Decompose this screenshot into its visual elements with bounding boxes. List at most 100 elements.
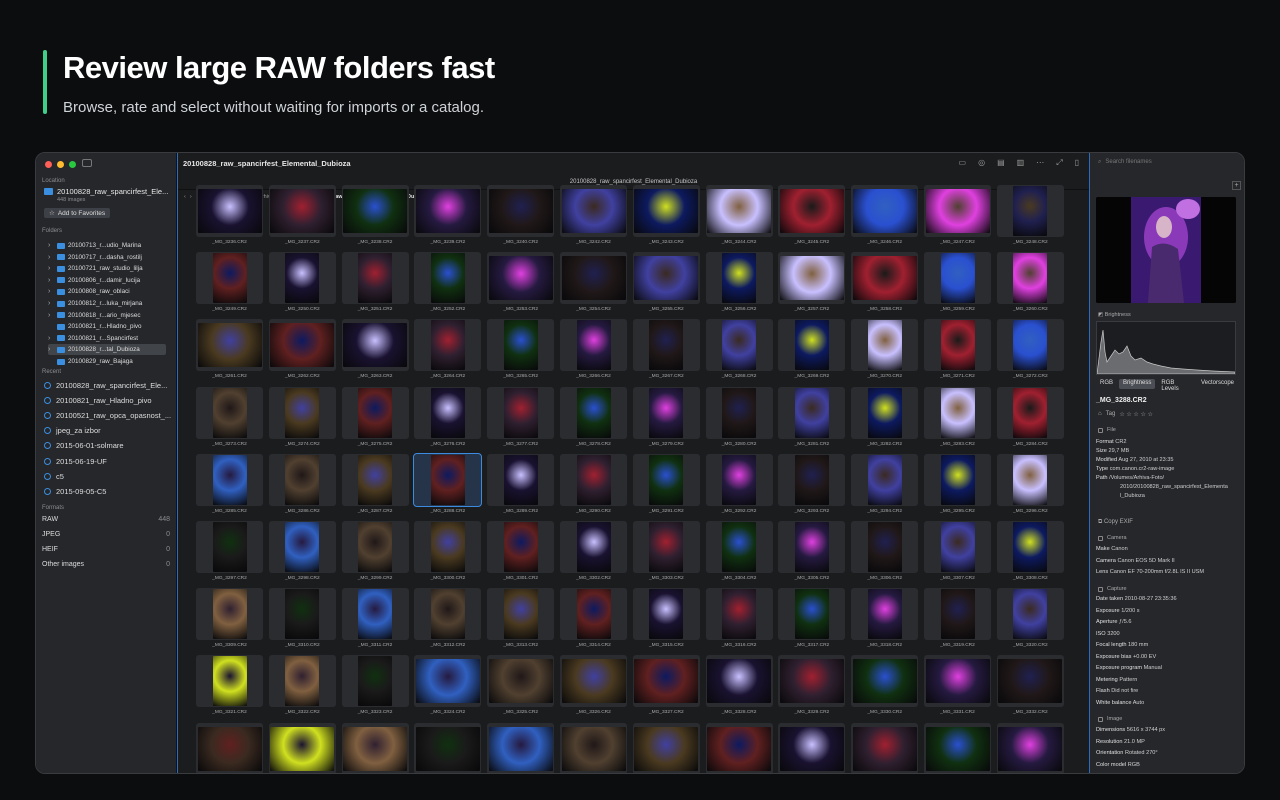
close-window-button[interactable]	[45, 161, 52, 168]
thumbnail[interactable]: _MG_3274.CR2	[268, 386, 336, 447]
chevron-right-icon[interactable]: ›	[48, 312, 54, 319]
rating-filter-icon[interactable]: ◎	[978, 158, 985, 168]
thumbnail[interactable]: _MG_3257.CR2	[778, 252, 846, 312]
thumbnail[interactable]: _MG_3313.CR2	[487, 588, 555, 648]
folder-item[interactable]: 20100829_raw_Bajaga	[48, 356, 166, 367]
folder-item[interactable]: › 20100821_r...Spancirfest	[48, 333, 166, 344]
view-icon[interactable]: ▭	[959, 158, 967, 168]
thumbnail[interactable]: _MG_3317.CR2	[778, 588, 846, 648]
inspector-toggle-icon[interactable]: ▥	[1017, 158, 1025, 168]
thumbnail[interactable]: _MG_3332.CR2	[996, 655, 1064, 715]
thumbnail[interactable]: _MG_3282.CR2	[851, 386, 919, 447]
add-to-favorites-button[interactable]: ☆ Add to Favorites	[44, 208, 111, 218]
thumbnail[interactable]: _MG_3297.CR2	[196, 521, 263, 581]
thumbnail[interactable]: _MG_3328.CR2	[705, 655, 773, 715]
thumbnail[interactable]: _MG_3242.CR2	[560, 185, 627, 245]
zoom-window-button[interactable]	[69, 161, 76, 168]
thumbnail[interactable]: _MG_3249.CR2	[196, 252, 263, 312]
thumbnail[interactable]: _MG_3300.CR2	[414, 521, 482, 581]
recent-item[interactable]: 2015-09-05-C5	[44, 485, 172, 497]
thumbnail[interactable]: _MG_3306.CR2	[851, 521, 919, 581]
thumbnail[interactable]: _MG_3320.CR2	[996, 588, 1064, 648]
thumbnail[interactable]: _MG_3319.CR2	[924, 588, 991, 648]
thumbnail[interactable]	[705, 722, 773, 773]
thumbnail[interactable]: _MG_3253.CR2	[487, 252, 555, 312]
folder-item[interactable]: › 20100818_r...ario_mjesec	[48, 310, 166, 321]
thumbnail[interactable]: _MG_3318.CR2	[851, 588, 919, 648]
thumbnail[interactable]: _MG_3248.CR2	[996, 185, 1064, 245]
recent-item[interactable]: 20100821_raw_Hladno_pivo	[44, 394, 172, 406]
more-icon[interactable]: ⋯	[1036, 158, 1044, 168]
add-tab-button[interactable]: +	[1232, 181, 1241, 190]
thumbnail[interactable]: _MG_3322.CR2	[268, 655, 336, 715]
thumbnail[interactable]: _MG_3316.CR2	[705, 588, 773, 648]
sidebar-right-icon[interactable]: ▯	[1075, 158, 1079, 168]
thumbnail[interactable]: _MG_3312.CR2	[414, 588, 482, 648]
thumbnail[interactable]: _MG_3314.CR2	[560, 588, 627, 648]
folder-item[interactable]: 20100821_r...Hladno_pivo	[48, 321, 166, 332]
thumbnail[interactable]: _MG_3239.CR2	[414, 185, 482, 245]
chevron-right-icon[interactable]: ›	[48, 254, 54, 261]
thumbnail[interactable]: _MG_3275.CR2	[341, 386, 409, 447]
thumbnail[interactable]: _MG_3304.CR2	[705, 521, 773, 581]
thumbnail[interactable]: _MG_3327.CR2	[632, 655, 700, 715]
rating-stars[interactable]: ☆ ☆ ☆ ☆ ☆	[1119, 411, 1153, 418]
thumbnail[interactable]: _MG_3290.CR2	[560, 453, 627, 514]
recent-item[interactable]: 2015-06-01-solmare	[44, 440, 172, 452]
thumbnail[interactable]	[851, 722, 919, 773]
thumbnail[interactable]: _MG_3244.CR2	[705, 185, 773, 245]
folder-item[interactable]: › 20100717_r...dasha_rostilj	[48, 252, 166, 263]
thumbnail[interactable]: _MG_3303.CR2	[632, 521, 700, 581]
format-item[interactable]: RAW 448	[42, 516, 170, 527]
thumbnail[interactable]: _MG_3293.CR2	[778, 453, 846, 514]
thumbnail[interactable]	[560, 722, 627, 773]
thumbnail[interactable]: _MG_3299.CR2	[341, 521, 409, 581]
thumbnail[interactable]: _MG_3289.CR2	[487, 453, 555, 514]
recent-item[interactable]: c5	[44, 470, 172, 482]
thumbnail[interactable]	[778, 722, 846, 773]
copy-exif-button[interactable]: ⧉ Copy EXIF	[1098, 519, 1133, 526]
thumbnail[interactable]: _MG_3323.CR2	[341, 655, 409, 715]
thumbnail[interactable]: _MG_3283.CR2	[924, 386, 991, 447]
thumbnail[interactable]	[996, 722, 1064, 773]
format-item[interactable]: HEIF 0	[42, 546, 170, 557]
thumbnail[interactable]: _MG_3285.CR2	[196, 453, 263, 514]
chevron-right-icon[interactable]: ›	[48, 265, 54, 272]
thumbnail[interactable]	[924, 722, 991, 773]
thumbnail[interactable]: _MG_3246.CR2	[851, 185, 919, 245]
thumbnail[interactable]: _MG_3308.CR2	[996, 521, 1064, 581]
thumbnail[interactable]: _MG_3256.CR2	[705, 252, 773, 312]
thumbnail[interactable]: _MG_3279.CR2	[632, 386, 700, 447]
format-item[interactable]: JPEG 0	[42, 531, 170, 542]
thumbnail[interactable]: _MG_3263.CR2	[341, 319, 409, 379]
chevron-right-icon[interactable]: ›	[48, 335, 54, 342]
thumbnail[interactable]: _MG_3331.CR2	[924, 655, 991, 715]
thumbnail[interactable]: _MG_3330.CR2	[851, 655, 919, 715]
thumbnail[interactable]: _MG_3295.CR2	[924, 453, 991, 514]
thumbnail[interactable]: _MG_3301.CR2	[487, 521, 555, 581]
thumbnail[interactable]: _MG_3251.CR2	[341, 252, 409, 312]
thumbnail[interactable]: _MG_3250.CR2	[268, 252, 336, 312]
recent-item[interactable]: 20100828_raw_spancirfest_Ele...	[44, 379, 172, 391]
sort-icon[interactable]: ▤	[997, 158, 1005, 168]
search-input[interactable]: Search filenames	[1105, 159, 1151, 166]
chevron-right-icon[interactable]: ›	[48, 346, 54, 353]
thumbnail[interactable]: _MG_3259.CR2	[924, 252, 991, 312]
thumbnail[interactable]: _MG_3321.CR2	[196, 655, 263, 715]
fullscreen-icon[interactable]: ⤢	[1056, 158, 1062, 168]
thumbnail[interactable]: _MG_3287.CR2	[341, 453, 409, 514]
thumbnail[interactable]: _MG_3255.CR2	[632, 252, 700, 312]
thumbnail[interactable]: _MG_3237.CR2	[268, 185, 336, 245]
folder-item[interactable]: › 20100806_r...damir_lucija	[48, 275, 166, 286]
thumbnail[interactable]: _MG_3262.CR2	[268, 319, 336, 379]
histogram-tab[interactable]: RGB Levels	[1157, 379, 1195, 392]
thumbnail[interactable]	[196, 722, 263, 773]
thumbnail[interactable]: _MG_3305.CR2	[778, 521, 846, 581]
chevron-right-icon[interactable]: ›	[48, 288, 54, 295]
thumbnail[interactable]: _MG_3325.CR2	[487, 655, 555, 715]
thumbnail[interactable]: _MG_3260.CR2	[996, 252, 1064, 312]
thumbnail[interactable]: _MG_3329.CR2	[778, 655, 846, 715]
thumbnail[interactable]: _MG_3324.CR2	[414, 655, 482, 715]
thumbnail[interactable]: _MG_3261.CR2	[196, 319, 263, 379]
thumbnail[interactable]	[487, 722, 555, 773]
